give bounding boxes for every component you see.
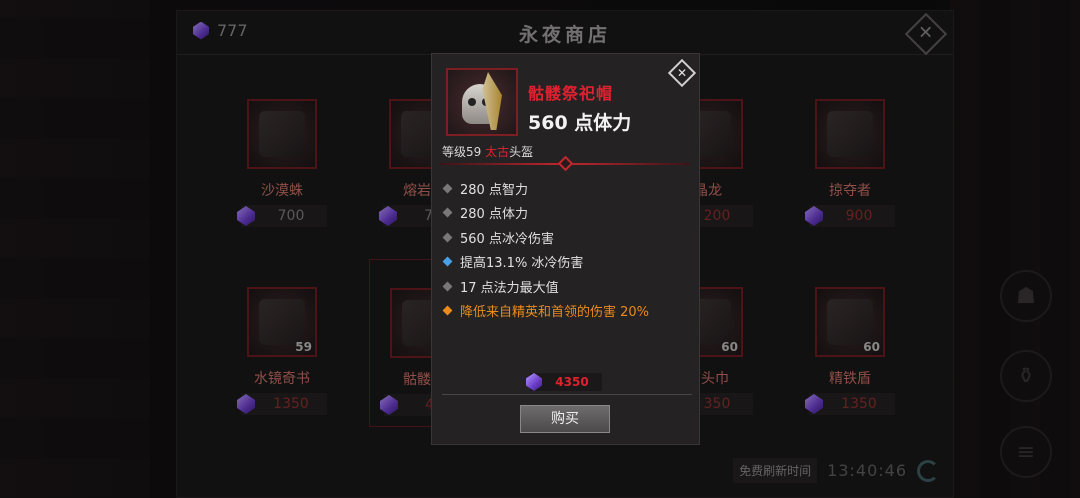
gem-icon [526,373,542,391]
tooltip-close-button[interactable]: ✕ [667,58,697,88]
item-name: 骷髅祭祀帽 [528,84,614,103]
slot: 头盔 [509,145,534,159]
buy-button[interactable]: 购买 [520,405,610,433]
stat-line: 提高13.1% 冰冷伤害 [442,250,649,275]
diamond-icon [557,155,574,172]
divider [442,394,692,395]
item-level: 等级59 太古头盔 [442,145,534,159]
stat-line: 降低来自精英和首领的伤害 20% [442,299,649,324]
rarity: 太古 [485,145,510,159]
stat-line: 280 点体力 [442,201,649,226]
item-icon [446,68,518,136]
item-tooltip: 骷髅祭祀帽 560 点体力 等级59 太古头盔 280 点智力 280 点体力 … [431,53,700,445]
stat-line: 560 点冰冷伤害 [442,225,649,250]
close-icon: ✕ [676,66,688,80]
item-price: 4350 [526,373,602,391]
main-stat: 560 点体力 [528,112,632,134]
stat-line: 17 点法力最大值 [442,274,649,299]
stat-line: 280 点智力 [442,176,649,201]
stat-list: 280 点智力 280 点体力 560 点冰冷伤害 提高13.1% 冰冷伤害 1… [442,176,649,323]
